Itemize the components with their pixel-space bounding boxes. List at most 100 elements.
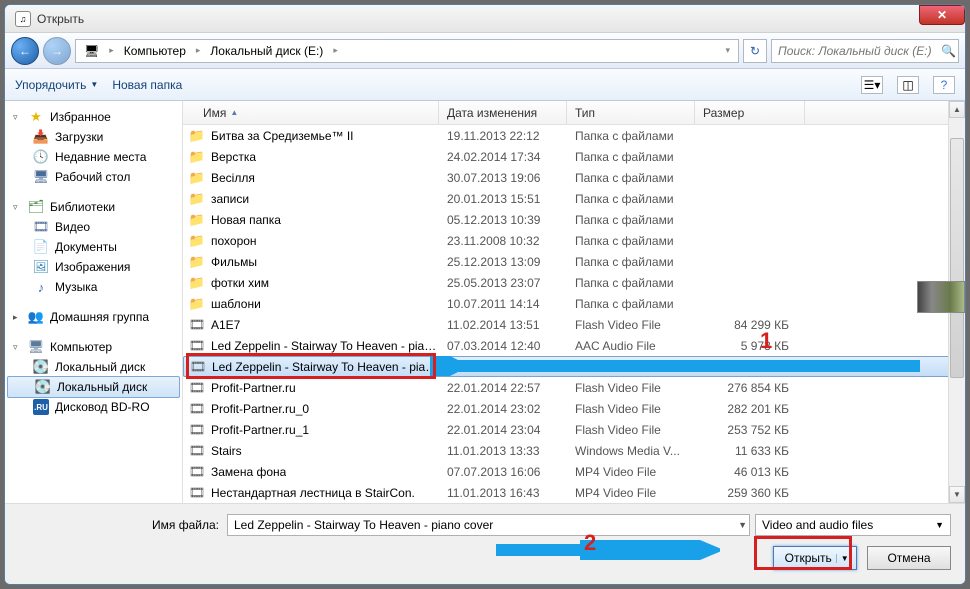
video-file-icon: 🎞 — [189, 338, 205, 354]
cancel-button[interactable]: Отмена — [867, 546, 951, 570]
file-name: Новая папка — [211, 213, 281, 227]
file-date: 22.01.2014 23:02 — [439, 402, 567, 416]
video-icon: 🎞 — [33, 219, 49, 235]
nav-pictures[interactable]: 🖼Изображения — [5, 257, 182, 277]
homegroup-header[interactable]: ▸ 👥 Домашняя группа — [5, 307, 182, 327]
file-row[interactable]: 🎞A1E711.02.2014 13:51Flash Video File84 … — [183, 314, 965, 335]
file-row[interactable]: 📁Битва за Средиземье™ II19.11.2013 22:12… — [183, 125, 965, 146]
help-button[interactable]: ? — [933, 76, 955, 94]
file-row[interactable]: 🎞Нестандартная лестница в StairCon.11.01… — [183, 482, 965, 503]
column-date[interactable]: Дата изменения — [439, 101, 567, 124]
file-type: Папка с файлами — [567, 276, 695, 290]
filename-dropdown-icon[interactable]: ▼ — [738, 520, 747, 530]
file-row[interactable]: 🎞Stairs11.01.2013 13:33Windows Media V..… — [183, 440, 965, 461]
view-options-button[interactable]: ☰▾ — [861, 76, 883, 94]
nav-documents[interactable]: 📄Документы — [5, 237, 182, 257]
file-size: 11 633 КБ — [695, 444, 795, 458]
refresh-button[interactable]: ↻ — [743, 39, 767, 63]
file-row[interactable]: 📁Фильмы25.12.2013 13:09Папка с файлами — [183, 251, 965, 272]
nav-downloads[interactable]: 📥Загрузки — [5, 127, 182, 147]
file-type: Папка с файлами — [567, 129, 695, 143]
folder-icon: 📁 — [189, 233, 205, 249]
file-row[interactable]: 🎞Profit-Partner.ru22.01.2014 22:57Flash … — [183, 377, 965, 398]
new-folder-button[interactable]: Новая папка — [112, 78, 182, 92]
file-date: 11.01.2013 13:33 — [439, 444, 567, 458]
file-date: 05.12.2013 10:39 — [439, 213, 567, 227]
app-icon: ♫ — [15, 11, 31, 27]
libraries-header[interactable]: ▿ 🗂 Библиотеки — [5, 197, 182, 217]
folder-icon: 📁 — [189, 212, 205, 228]
file-row[interactable]: 📁Весілля30.07.2013 19:06Папка с файлами — [183, 167, 965, 188]
file-row[interactable]: 🎞Profit-Partner.ru_022.01.2014 23:02Flas… — [183, 398, 965, 419]
video-file-icon: 🎞 — [190, 359, 206, 375]
file-row[interactable]: 📁записи20.01.2013 15:51Папка с файлами — [183, 188, 965, 209]
video-file-icon: 🎞 — [189, 422, 205, 438]
toolbar: Упорядочить ▼ Новая папка ☰▾ ◫ ? — [5, 69, 965, 101]
open-button[interactable]: Открыть ▼ — [773, 546, 857, 570]
column-type[interactable]: Тип — [567, 101, 695, 124]
file-name: записи — [211, 192, 249, 206]
list-header: Имя ▲ Дата изменения Тип Размер — [183, 101, 965, 125]
nav-music[interactable]: ♪Музыка — [5, 277, 182, 297]
ru-drive-icon: .RU — [33, 399, 49, 415]
scroll-up-button[interactable]: ▲ — [949, 101, 965, 118]
file-list[interactable]: 📁Битва за Средиземье™ II19.11.2013 22:12… — [183, 125, 965, 503]
nav-videos[interactable]: 🎞Видео — [5, 217, 182, 237]
file-row[interactable]: 📁шаблони10.07.2011 14:14Папка с файлами — [183, 293, 965, 314]
file-size: 282 201 КБ — [695, 402, 795, 416]
scroll-thumb[interactable] — [950, 138, 964, 378]
file-row[interactable]: 📁Верстка24.02.2014 17:34Папка с файлами — [183, 146, 965, 167]
favorites-header[interactable]: ▿ ★ Избранное — [5, 107, 182, 127]
folder-icon: 📁 — [189, 191, 205, 207]
star-icon: ★ — [28, 109, 44, 125]
body-area: ▿ ★ Избранное 📥Загрузки 🕓Недавние места … — [5, 101, 965, 503]
chevron-right-icon: ▸ — [329, 45, 342, 56]
file-type: Папка с файлами — [567, 213, 695, 227]
file-type: Папка с файлами — [567, 234, 695, 248]
file-row[interactable]: 📁похорон23.11.2008 10:32Папка с файлами — [183, 230, 965, 251]
file-row[interactable]: 📁 Новая папка 05.12.2013 10:39Папка с файл… — [183, 209, 965, 230]
file-name: Замена фона — [211, 465, 286, 479]
file-row[interactable]: 📁фотки хим25.05.2013 23:07Папка с файлам… — [183, 272, 965, 293]
computer-header[interactable]: ▿ 🖥 Компьютер — [5, 337, 182, 357]
close-button[interactable]: ✕ — [919, 5, 965, 25]
file-row[interactable]: 🎞Замена фона07.07.2013 16:06MP4 Video Fi… — [183, 461, 965, 482]
file-size: 253 752 КБ — [695, 423, 795, 437]
search-input[interactable] — [778, 44, 935, 58]
scroll-down-button[interactable]: ▼ — [949, 486, 965, 503]
back-button[interactable]: ← — [11, 37, 39, 65]
breadcrumb-computer[interactable]: Компьютер — [120, 44, 190, 58]
search-box[interactable]: 🔍 — [771, 39, 959, 63]
forward-button[interactable]: → — [43, 37, 71, 65]
file-name: Led Zeppelin - Stairway To Heaven - pian… — [212, 360, 440, 374]
breadcrumb-drive[interactable]: Локальный диск (E:) — [206, 44, 327, 58]
file-date: 19.11.2013 22:12 — [439, 129, 567, 143]
document-icon: 📄 — [33, 239, 49, 255]
nav-drive-c[interactable]: 💽Локальный диск — [5, 357, 182, 377]
file-size: 259 360 КБ — [695, 486, 795, 500]
nav-recent[interactable]: 🕓Недавние места — [5, 147, 182, 167]
file-row[interactable]: 🎞Profit-Partner.ru_122.01.2014 23:04Flas… — [183, 419, 965, 440]
file-name: Stairs — [211, 444, 242, 458]
filetype-select[interactable]: Video and audio files ▼ — [755, 514, 951, 536]
filename-input[interactable] — [227, 514, 750, 536]
homegroup-icon: 👥 — [28, 309, 44, 325]
nav-drive-e[interactable]: 💽Локальный диск — [7, 376, 180, 398]
file-type: Папка с файлами — [567, 171, 695, 185]
navigation-pane[interactable]: ▿ ★ Избранное 📥Загрузки 🕓Недавние места … — [5, 101, 183, 503]
file-name: Фильмы — [211, 255, 257, 269]
nav-desktop[interactable]: 🖥Рабочий стол — [5, 167, 182, 187]
column-size[interactable]: Размер — [695, 101, 805, 124]
chevron-down-icon[interactable]: ▾ — [721, 45, 734, 56]
organize-menu[interactable]: Упорядочить ▼ — [15, 78, 98, 92]
file-row[interactable]: 🎞Led Zeppelin - Stairway To Heaven - pia… — [183, 335, 965, 356]
file-date: 25.05.2013 23:07 — [439, 276, 567, 290]
nav-bd-drive[interactable]: .RUДисковод BD-RO — [5, 397, 182, 417]
breadcrumb[interactable]: 🖥 ▸ Компьютер ▸ Локальный диск (E:) ▸ ▾ — [75, 39, 739, 63]
file-row[interactable]: 🎞 Led Zeppelin - Stairway To Heaven - pia… — [183, 356, 965, 377]
folder-icon: 📁 — [189, 296, 205, 312]
file-name: фотки хим — [211, 276, 269, 290]
preview-pane-button[interactable]: ◫ — [897, 76, 919, 94]
column-name[interactable]: Имя ▲ — [183, 101, 439, 124]
library-icon: 🗂 — [28, 199, 44, 215]
